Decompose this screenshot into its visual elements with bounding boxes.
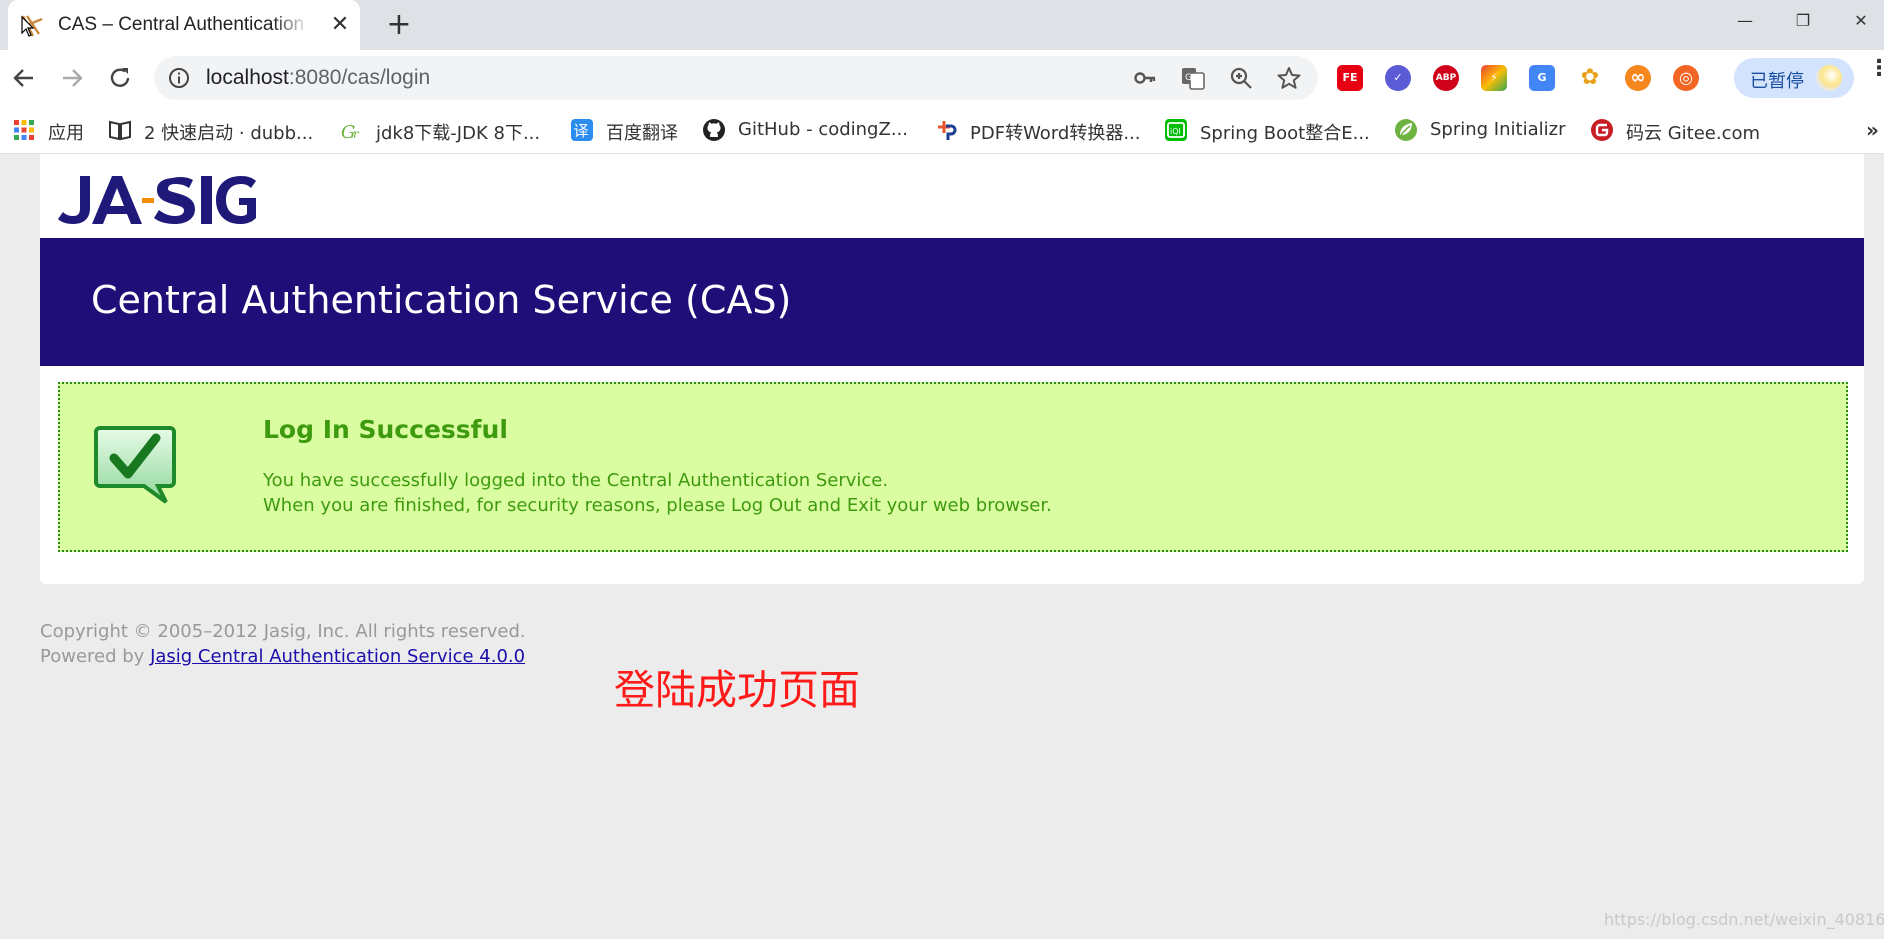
spring-leaf-icon (1395, 119, 1417, 141)
success-text-line-2: When you are finished, for security reas… (263, 495, 1052, 516)
cas-favicon-icon (21, 15, 43, 37)
infinity-ext-icon[interactable]: ∞ (1625, 65, 1651, 91)
cas-header-banner: Central Authentication Service (CAS) (40, 238, 1864, 366)
new-tab-button[interactable]: + (382, 8, 416, 42)
pdf-icon (938, 121, 957, 140)
more-menu-icon[interactable]: ⋮ (1868, 58, 1884, 92)
cas-version-link[interactable]: Jasig Central Authentication Service 4.0… (150, 646, 525, 667)
profile-paused-button[interactable]: 已暂停 (1734, 58, 1854, 98)
url-text: localhost:8080/cas/login (206, 66, 431, 89)
window-close-button[interactable]: ✕ (1836, 6, 1884, 36)
address-bar[interactable]: localhost:8080/cas/login G (154, 56, 1318, 100)
bookmark-label: Spring Boot整合E... (1200, 123, 1370, 144)
gitee-icon (1591, 119, 1613, 141)
powered-by-line: Powered by Jasig Central Authentication … (40, 644, 526, 669)
github-icon (703, 119, 725, 141)
bookmark-label: GitHub - codingZ... (738, 119, 908, 140)
back-icon[interactable] (6, 60, 42, 96)
browser-tab-cas[interactable]: CAS – Central Authentication Service ✕ (8, 0, 360, 50)
bookmark-label: 码云 Gitee.com (1626, 123, 1761, 144)
tab-strip: CAS – Central Authentication Service ✕ +… (0, 0, 1884, 50)
apps-grid-icon (14, 120, 34, 140)
bookmark-label: Spring Initializr (1430, 119, 1566, 140)
bookmark-label: PDF转Word转换器... (970, 123, 1141, 144)
bookmarks-overflow-button[interactable]: » (1866, 118, 1879, 142)
browser-toolbar: localhost:8080/cas/login G FE ✓ ABP ⚡ G … (0, 50, 1884, 106)
bookmark-label: jdk8下载-JDK 8下... (376, 123, 541, 144)
iqiyi-icon: iQI (1165, 119, 1187, 141)
jasig-logo (58, 176, 256, 224)
svg-text:r: r (353, 127, 360, 141)
bookmark-star-icon[interactable] (1276, 65, 1302, 91)
forward-icon[interactable] (54, 60, 90, 96)
google-translate-icon[interactable]: G (1529, 65, 1555, 91)
bookmark-label: 应用 (48, 123, 84, 144)
translate-icon: 译 (571, 119, 593, 141)
login-success-message: Log In Successful You have successfully … (58, 382, 1848, 552)
success-heading: Log In Successful (263, 415, 508, 444)
zoom-icon[interactable] (1228, 65, 1254, 91)
page-title: Central Authentication Service (CAS) (91, 278, 792, 322)
reload-icon[interactable] (102, 60, 138, 96)
flash-ext-icon[interactable]: ⚡ (1481, 65, 1507, 91)
lifebuoy-ext-icon[interactable]: ◎ (1673, 65, 1699, 91)
copyright-text: Copyright © 2005–2012 Jasig, Inc. All ri… (40, 621, 526, 642)
restore-button[interactable]: ❐ (1778, 6, 1828, 36)
profile-label: 已暂停 (1750, 71, 1804, 92)
translate-page-icon[interactable]: G (1180, 65, 1206, 91)
svg-text:iQI: iQI (1170, 127, 1181, 136)
tab-title: CAS – Central Authentication Service (58, 14, 310, 35)
annotation-caption: 登陆成功页面 (614, 666, 860, 714)
bookmark-label: 百度翻译 (606, 123, 678, 144)
fe-helper-icon[interactable]: FE (1337, 65, 1363, 91)
key-icon[interactable] (1132, 65, 1158, 91)
book-icon (109, 120, 131, 141)
site-info-icon[interactable] (168, 67, 190, 89)
bookmarks-bar: 应用 2 快速启动 · dubb... G r jdk8下载-JDK 8下...… (0, 106, 1884, 154)
svg-text:G: G (1185, 73, 1192, 83)
success-text-line-1: You have successfully logged into the Ce… (263, 470, 889, 491)
watermark-text: https://blog.csdn.net/weixin_40816738 (1604, 910, 1884, 929)
avatar (1816, 65, 1842, 91)
svg-text:译: 译 (574, 122, 589, 140)
checkmark-speech-bubble-icon (94, 426, 176, 504)
tab-close-icon[interactable]: ✕ (328, 12, 352, 38)
gr-leaf-icon: G r (341, 122, 360, 142)
minimize-button[interactable]: — (1720, 6, 1770, 36)
adblock-icon[interactable]: ABP (1433, 65, 1459, 91)
bookmark-label: 2 快速启动 · dubb... (144, 123, 314, 144)
check-ext-icon[interactable]: ✓ (1385, 65, 1411, 91)
cas-container: Central Authentication Service (CAS) Log… (40, 154, 1864, 584)
powered-by-prefix: Powered by (40, 646, 151, 667)
pinwheel-ext-icon[interactable]: ✿ (1577, 65, 1603, 91)
page-footer: Copyright © 2005–2012 Jasig, Inc. All ri… (40, 619, 526, 669)
